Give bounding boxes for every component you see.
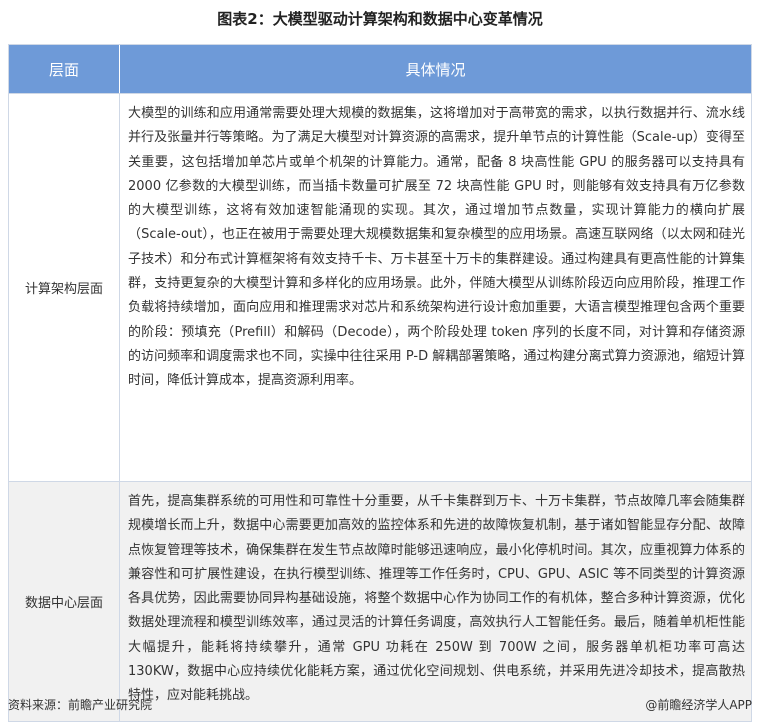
row-layer: 数据中心层面 (9, 482, 120, 721)
header-detail: 具体情况 (405, 60, 466, 79)
row-detail: 大模型的训练和应用通常需要处理大规模的数据集，这将增加对于高带宽的需求，以执行数… (128, 106, 745, 389)
brand: @前瞻经济学人APP (645, 696, 752, 713)
table-row: 数据中心层面 首先，提高集群系统的可用性和可靠性十分重要，从千卡集群到万卡、十万… (9, 481, 751, 721)
footer: 资料来源：前瞻产业研究院 @前瞻经济学人APP (8, 696, 752, 713)
page-title: 图表2：大模型驱动计算架构和数据中心变革情况 (217, 10, 543, 28)
source-note: 资料来源：前瞻产业研究院 (8, 698, 153, 712)
info-table: 层面 具体情况 计算架构层面 大模型的训练和应用通常需要处理大规模的数据集，这将… (8, 44, 752, 722)
row-layer: 计算架构层面 (9, 94, 120, 481)
table-row: 计算架构层面 大模型的训练和应用通常需要处理大规模的数据集，这将增加对于高带宽的… (9, 93, 751, 481)
row-detail: 首先，提高集群系统的可用性和可靠性十分重要，从千卡集群到万卡、十万卡集群，节点故… (128, 494, 745, 704)
header-layer: 层面 (9, 45, 120, 93)
table-header: 层面 具体情况 (9, 45, 751, 93)
brand-text: @前瞻经济学人APP (645, 698, 752, 712)
